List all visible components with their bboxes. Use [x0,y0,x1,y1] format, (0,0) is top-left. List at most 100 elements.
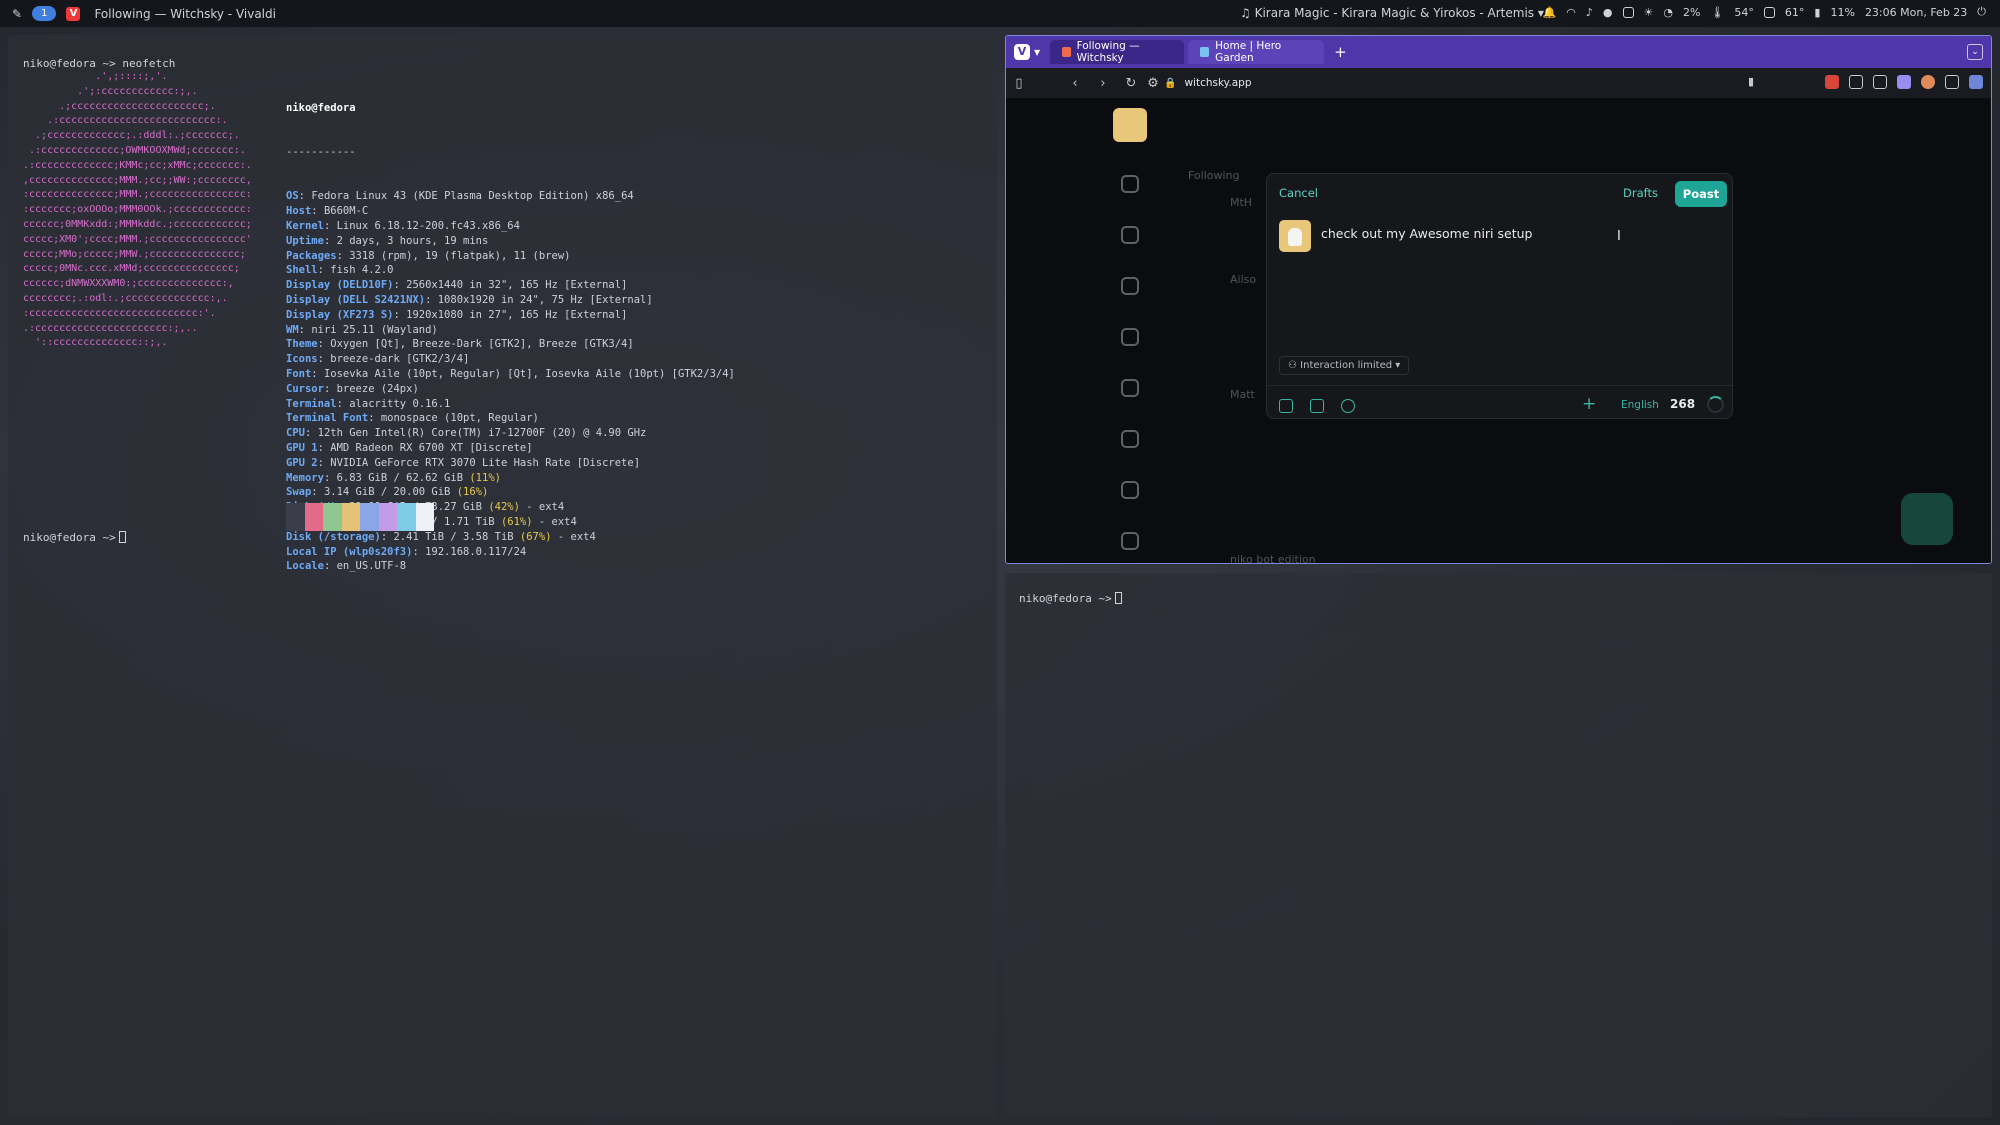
info-row: Locale: en_US.UTF-8 [286,559,735,574]
info-row: Font: Iosevka Aile (10pt, Regular) [Qt],… [286,367,735,382]
userhost: niko@fedora [286,101,356,114]
site-settings-icon[interactable]: ⚙ [1142,76,1164,91]
language-selector[interactable]: English [1621,399,1659,411]
compose-fab-button[interactable] [1901,493,1953,545]
info-key: Uptime [286,234,324,247]
people-icon: ⚇ [1288,360,1301,371]
bell-icon[interactable] [1121,277,1139,295]
lists-icon[interactable] [1121,430,1139,448]
hashtag-icon[interactable] [1121,379,1139,397]
info-row: Icons: breeze-dark [GTK2/3/4] [286,352,735,367]
info-value: 1080x1920 in 24", 75 Hz [External] [437,293,653,306]
feed-item-author[interactable]: niko bot edition [1230,553,1316,563]
search-icon[interactable] [1121,226,1139,244]
ascii-line: cccccc;0MMKxdd:;MMMkddc.;cccccccccccc; [23,218,252,230]
image-upload-icon[interactable] [1279,399,1293,413]
info-key: Display (DELD10F) [286,279,394,292]
user-extension-icon[interactable] [1897,75,1911,89]
chevron-down-icon[interactable]: ▼ [1034,48,1040,57]
info-value: alacritty 0.16.1 [349,397,451,410]
bookmark-icon[interactable] [1121,481,1139,499]
info-row: Cursor: breeze (24px) [286,382,735,397]
drafts-button[interactable]: Drafts [1623,186,1658,200]
cancel-button[interactable]: Cancel [1279,186,1318,200]
info-value: Fedora Linux 43 (KDE Plasma Desktop Edit… [311,190,634,203]
info-colon: : [311,205,324,218]
bookmark-icon[interactable]: ▮ [1748,75,1754,88]
info-percent: (11%) [463,471,501,484]
power-icon[interactable]: ⏻ [1977,5,1986,19]
info-key: Kernel [286,219,324,232]
ascii-line: :cccccccccccccccccccccccccccc:'. [23,307,216,319]
now-playing[interactable]: ♫ Kirara Magic - Kirara Magic & Yirokos … [1240,6,1544,20]
tab-list-chevron-icon[interactable]: ⌄ [1967,44,1983,60]
info-colon: : [317,456,331,469]
chat-icon[interactable] [1121,328,1139,346]
shell-prompt[interactable]: niko@fedora ~> [1019,592,1122,605]
emoji-icon[interactable] [1341,399,1355,413]
back-icon[interactable]: ‹ [1064,76,1086,91]
info-percent: (67%) [513,530,552,543]
info-key: Font [286,367,312,380]
volume-icon[interactable]: ♪ [1586,6,1593,19]
wifi-icon[interactable]: ◠ [1566,6,1576,19]
ascii-line: .:cccccccccccccccccccccccccc:. [23,115,228,127]
notification-icon[interactable]: 🔔 [1543,6,1557,19]
user-avatar[interactable] [1113,108,1147,142]
puzzle-icon[interactable] [1945,75,1959,89]
url-field[interactable]: witchsky.app [1184,77,1251,89]
music-icon: ♫ [1240,6,1255,20]
info-value: 6.83 GiB / 62.62 GiB [336,471,464,484]
shell-prompt[interactable]: niko@fedora ~> [23,531,126,544]
battery-icon: ▮ [1814,5,1821,19]
post-button[interactable]: Poast [1675,181,1727,207]
profile-extension-icon[interactable] [1921,75,1935,89]
image-extension-icon[interactable] [1873,75,1887,89]
info-colon: : [425,293,438,306]
palette-swatch [323,503,342,531]
reload-icon[interactable]: ↻ [1120,76,1142,91]
tab-hero-garden[interactable]: Home | Hero Garden [1188,40,1325,64]
sidebar-extension-icon[interactable] [1969,75,1983,89]
tab-following-witchsky[interactable]: Following — Witchsky [1050,40,1185,64]
clock[interactable]: 23:06 Mon, Feb 23 [1865,6,1967,19]
workspace-badge[interactable]: 1 [32,6,57,21]
info-value: 3.14 GiB / 20.00 GiB [323,486,451,499]
address-bar: ▯ ‹ › ↻ ⚙ 🔒 witchsky.app ▮ [1006,68,1991,98]
info-key: OS [286,190,299,203]
ascii-line: .;ccccccccccccc;.:dddl:.;ccccccc;. [23,130,240,142]
new-tab-plus-icon[interactable]: + [1334,43,1347,61]
camera-icon[interactable] [1622,6,1634,18]
gif-icon[interactable] [1310,399,1324,413]
vivaldi-menu-icon[interactable]: V [1014,44,1030,60]
add-thread-plus-icon[interactable]: + [1582,394,1596,414]
forward-icon[interactable]: › [1092,76,1114,91]
info-colon: : [311,486,324,499]
palette-swatch [415,503,434,531]
extension-s-icon[interactable] [1849,75,1863,89]
post-text-input[interactable]: check out my Awesome niri setup [1321,226,1532,241]
interaction-settings-button[interactable]: ⚇ Interaction limited ▾ [1279,356,1410,375]
feed-item-author[interactable]: MtH [1230,196,1252,209]
system-tray: 🔔 ◠ ♪ ● ☀ ◔ 2% 🌡 54° 61° ▮ 11% 23:06 Mon… [1543,5,1986,19]
battery-level: 11% [1830,5,1855,19]
profile-icon[interactable] [1121,532,1139,550]
home-icon[interactable] [1121,175,1139,193]
info-value: 2560x1440 in 32", 165 Hz [External] [406,279,628,292]
info-row: OS: Fedora Linux 43 (KDE Plasma Desktop … [286,189,735,204]
info-percent: (42%) [482,501,520,514]
ublock-icon[interactable] [1825,75,1839,89]
info-key: Memory [286,471,324,484]
brightness-icon[interactable]: ☀ [1644,6,1654,19]
mic-icon[interactable]: ● [1603,6,1613,19]
terminal-neofetch[interactable]: niko@fedora ~> neofetch .',;::::;,'. .';… [8,35,997,1117]
info-key: CPU [286,427,305,440]
info-key: Theme [286,338,318,351]
terminal-empty[interactable]: niko@fedora ~> [1005,573,1992,1117]
info-row: Memory: 6.83 GiB / 62.62 GiB (11%) [286,471,735,486]
feed-tab-following[interactable]: Following [1188,169,1240,182]
feed-item-author[interactable]: Matt [1230,388,1255,401]
info-row: Packages: 3318 (rpm), 19 (flatpak), 11 (… [286,249,735,264]
panel-toggle-icon[interactable]: ▯ [1008,76,1030,91]
feed-item-author[interactable]: Ailso [1230,273,1256,286]
